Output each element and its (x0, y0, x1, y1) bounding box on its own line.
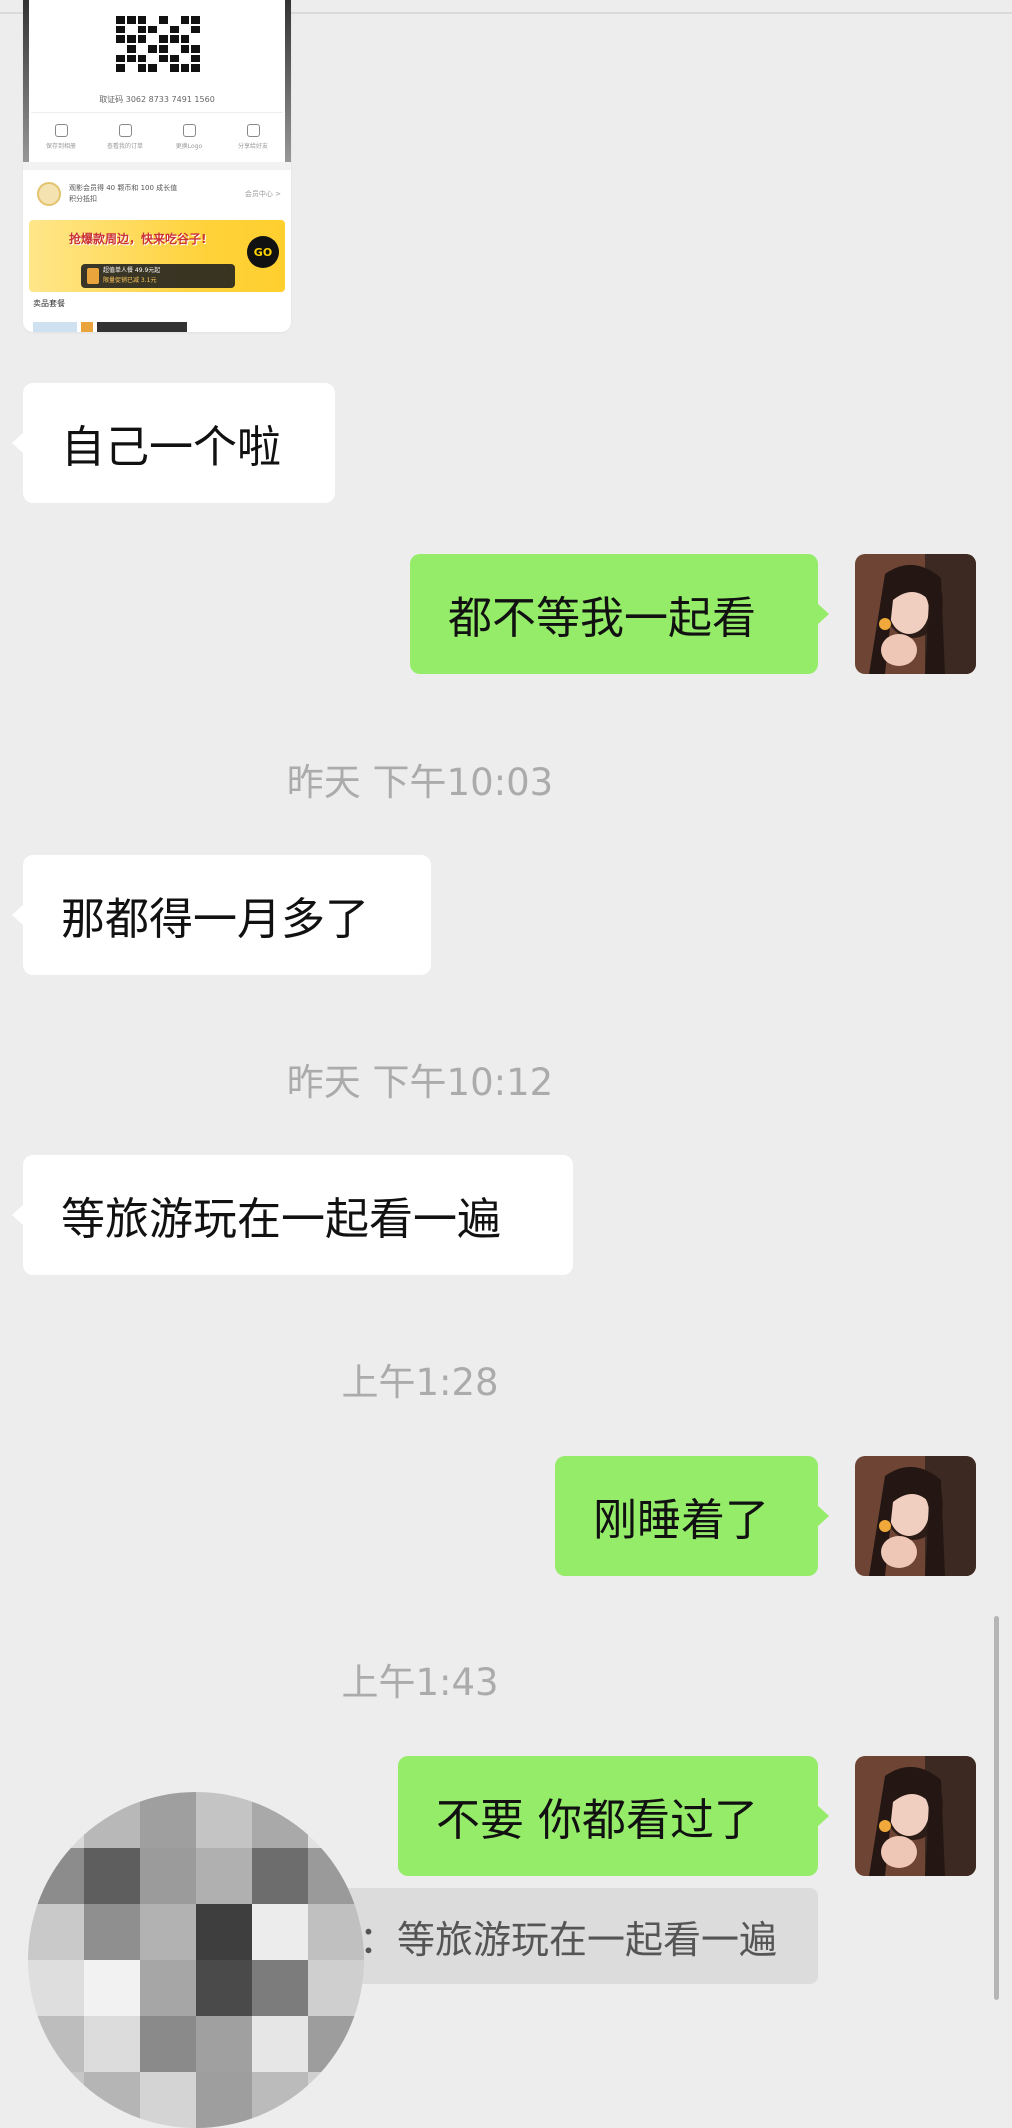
outgoing-message-bubble[interactable]: 刚睡着了 (555, 1456, 829, 1576)
quoted-text: ：等旅游玩在一起看一遍 (359, 1917, 778, 1962)
avatar[interactable] (855, 1756, 976, 1876)
outgoing-message-bubble[interactable]: 都不等我一起看 (410, 554, 829, 674)
share-friend-action: 分享给好友 (229, 124, 277, 150)
user-avatar-icon (855, 554, 976, 674)
incoming-message-bubble[interactable]: 自己一个啦 (12, 383, 335, 503)
quoted-message[interactable]: ：等旅游玩在一起看一遍 (327, 1888, 818, 1984)
avatar[interactable] (855, 1456, 976, 1576)
banner-deal: 超值单人餐 49.9元起 限量促销已减 3.1元 (81, 264, 235, 288)
change-logo-action: 更换Logo (165, 124, 213, 150)
banner-text: 抢爆款周边，快来吃谷子! (69, 232, 207, 246)
view-order-action: 查看我的订单 (101, 124, 149, 150)
timestamp: 上午1:43 (341, 1661, 499, 1704)
incoming-message-bubble[interactable]: 那都得一月多了 (12, 855, 431, 975)
message-text: 自己一个啦 (61, 422, 281, 473)
shared-screenshot-image[interactable]: 取证码 3062 8733 7491 1560 保存到相册 查看我的订单 更换L… (23, 0, 291, 332)
download-icon (54, 124, 68, 137)
outgoing-message-bubble[interactable]: 不要 你都看过了 (398, 1756, 829, 1876)
user-avatar-icon (855, 1756, 976, 1876)
banner-go-button: GO (247, 236, 279, 268)
snack-section: 卖品套餐 (33, 299, 65, 308)
share-icon (246, 124, 260, 137)
screenshot-edge (285, 0, 291, 165)
message-text: 刚睡着了 (593, 1495, 769, 1546)
message-text: 都不等我一起看 (448, 593, 756, 644)
drink-icon (87, 268, 99, 284)
timestamp: 昨天 下午10:03 (286, 761, 554, 804)
promo-banner: 抢爆款周边，快来吃谷子! GO 超值单人餐 49.9元起 限量促销已减 3.1元 (29, 220, 285, 292)
message-text: 那都得一月多了 (61, 894, 369, 945)
divider (31, 112, 283, 113)
message-text: 不要 你都看过了 (436, 1795, 758, 1846)
member-text: 观影会员得 40 颗币和 100 成长值 积分抵扣 (69, 184, 178, 203)
image-icon (182, 124, 196, 137)
privacy-mosaic-icon (28, 1792, 364, 2128)
member-center-link: 会员中心 > (244, 190, 281, 198)
message-text: 等旅游玩在一起看一遍 (61, 1194, 501, 1245)
user-avatar-icon (855, 1456, 976, 1576)
play-icon (118, 124, 132, 137)
ticket-actions: 保存到相册 查看我的订单 更换Logo 分享给好友 (37, 124, 277, 150)
qr-code-icon (116, 16, 200, 72)
snack-thumbnails (33, 322, 281, 332)
save-album-action: 保存到相册 (37, 124, 85, 150)
ticket-code: 取证码 3062 8733 7491 1560 (99, 95, 215, 104)
coin-icon (37, 182, 61, 206)
timestamp: 昨天 下午10:12 (286, 1061, 554, 1104)
section-gap (23, 162, 291, 170)
screenshot-edge (23, 0, 29, 165)
incoming-message-bubble[interactable]: 等旅游玩在一起看一遍 (12, 1155, 573, 1275)
avatar[interactable] (855, 554, 976, 674)
member-row: 观影会员得 40 颗币和 100 成长值 积分抵扣 会员中心 > (29, 174, 285, 214)
scrollbar[interactable] (994, 1616, 999, 2000)
timestamp: 上午1:28 (341, 1361, 499, 1404)
